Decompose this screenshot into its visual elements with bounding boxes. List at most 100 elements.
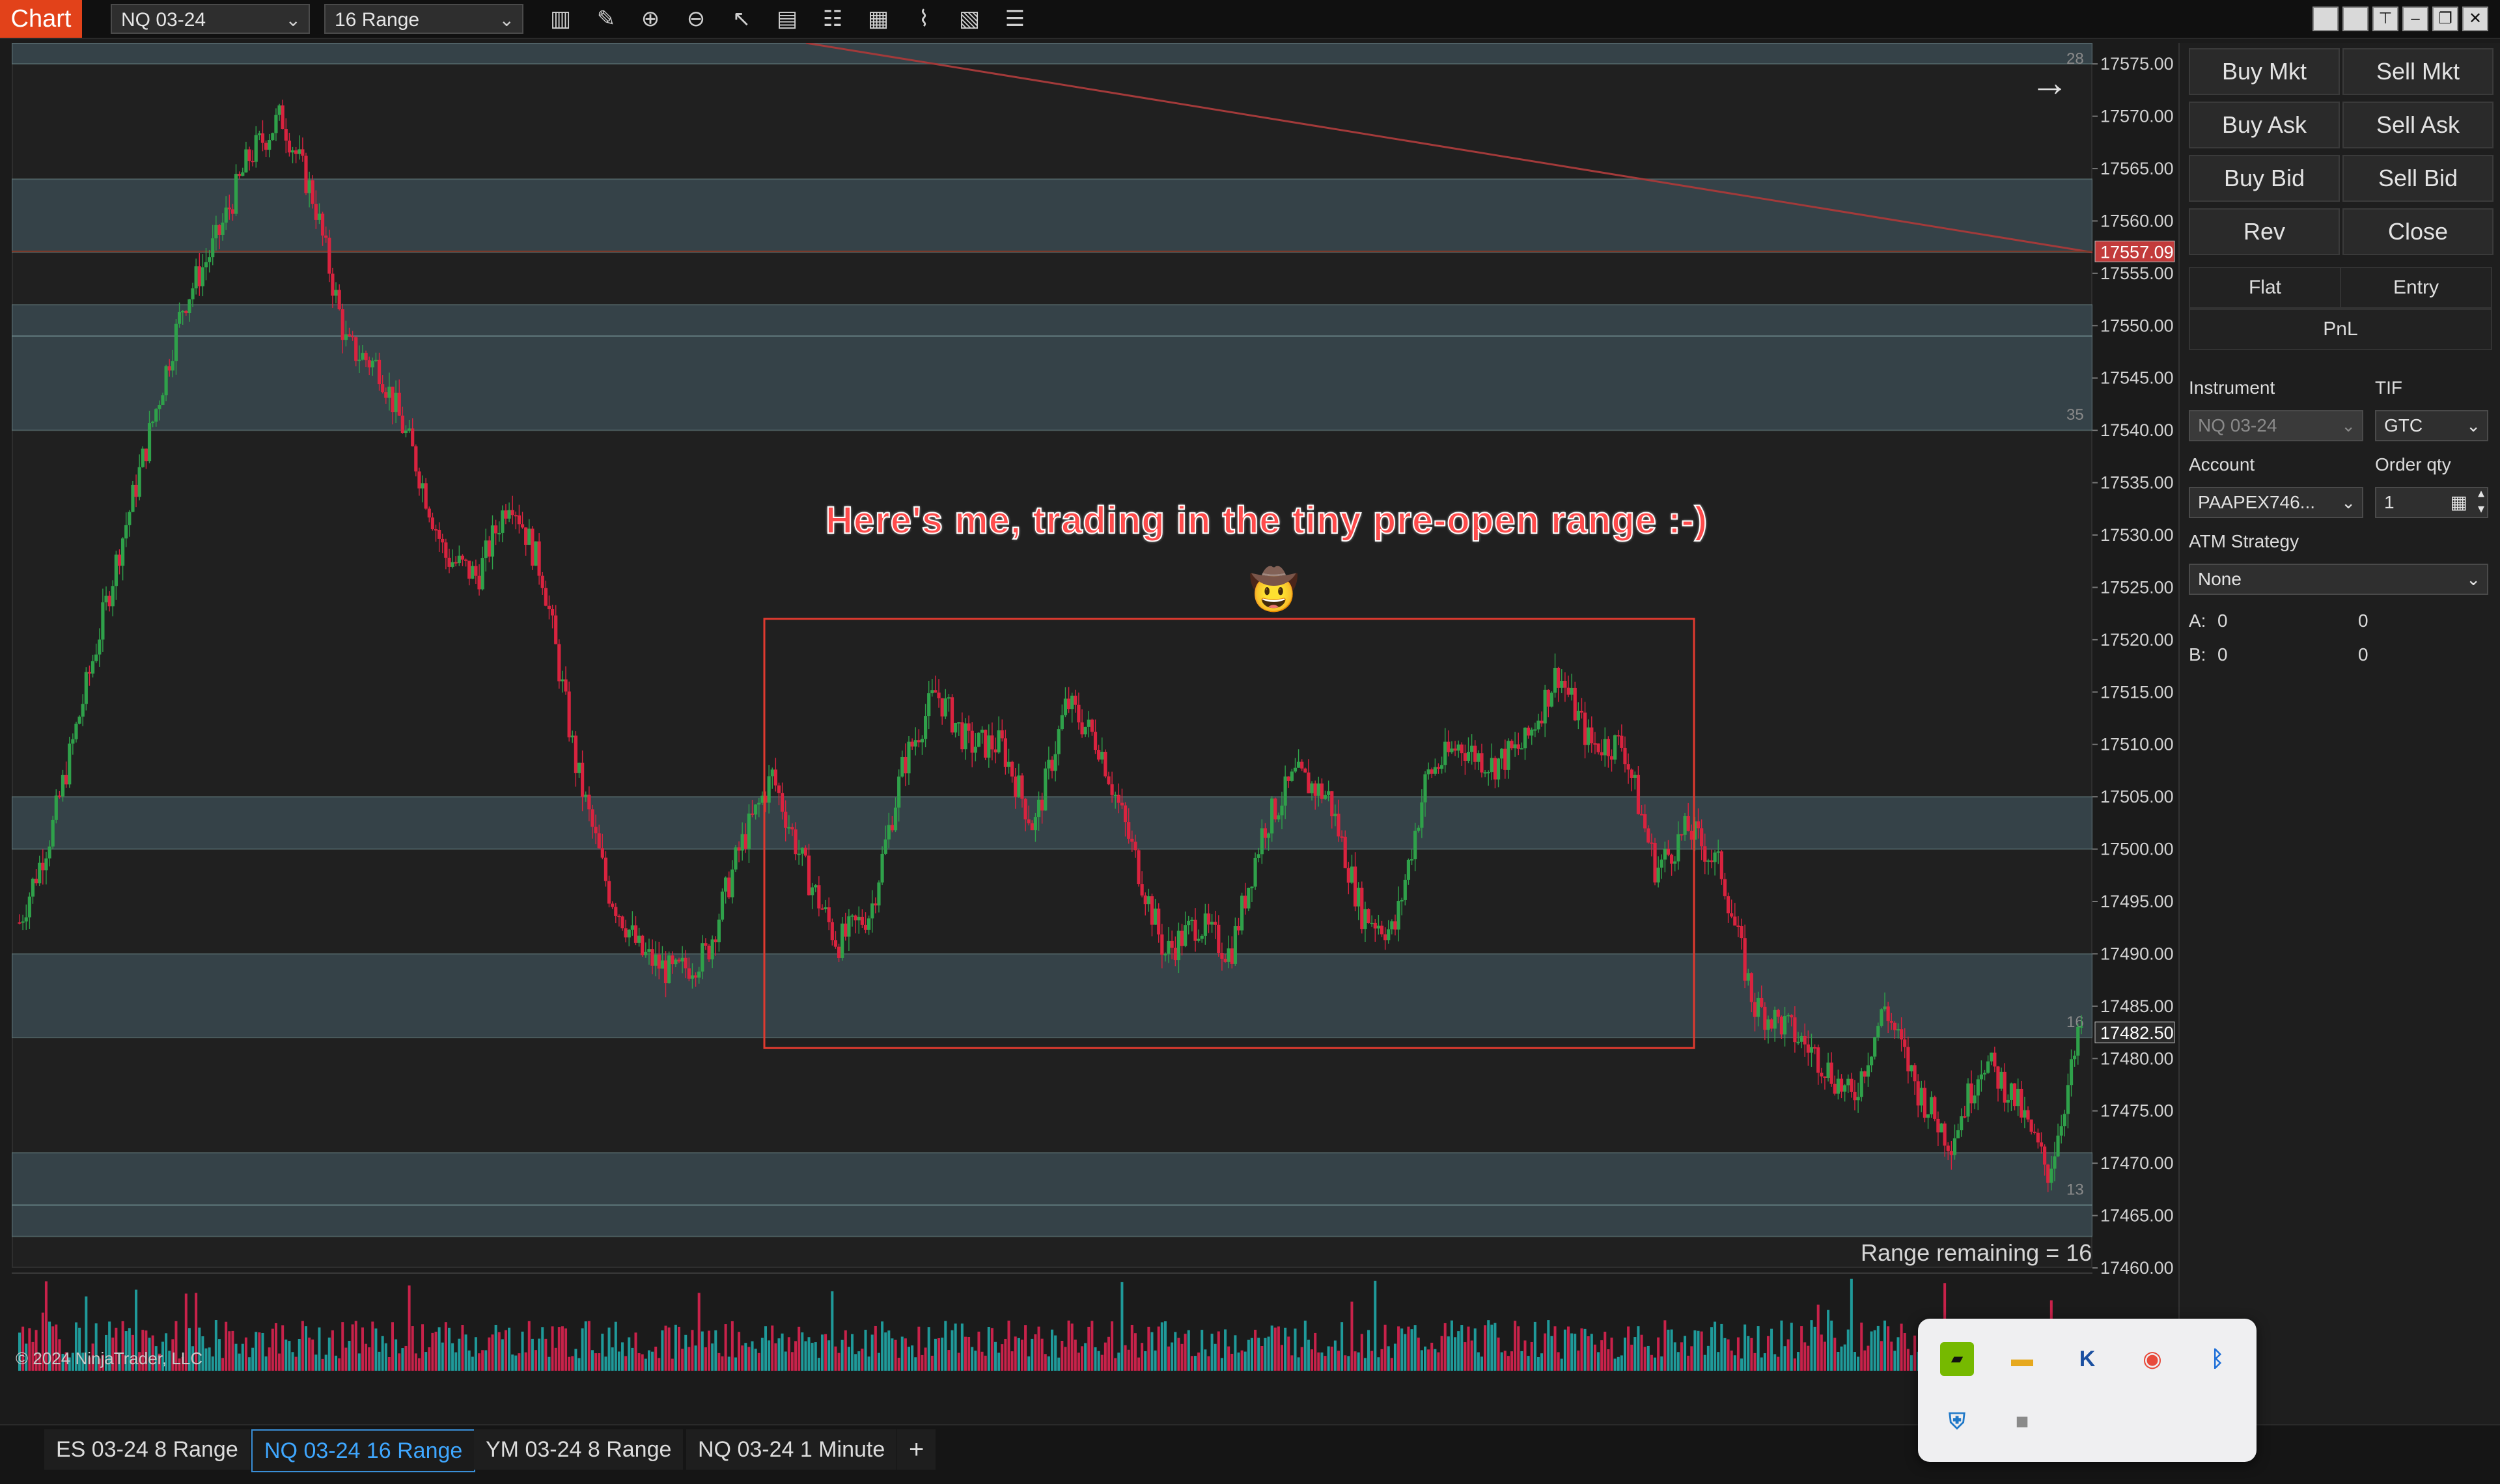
candle-body — [394, 392, 398, 413]
chrome-icon[interactable]: ◉ — [2135, 1342, 2169, 1376]
candle-body — [1713, 852, 1717, 862]
tab-nq-1-minute[interactable]: NQ 03-24 1 Minute — [686, 1429, 897, 1470]
period-selector[interactable]: 16 Range ⌄ — [324, 4, 523, 34]
sell-market-button[interactable]: Sell Mkt — [2342, 48, 2493, 95]
candle-body — [1210, 922, 1214, 925]
candle-body — [1293, 767, 1298, 772]
candle-body — [587, 794, 591, 810]
candle-body — [923, 716, 928, 739]
volume-bar — [1197, 1353, 1201, 1371]
volume-bar — [727, 1356, 730, 1371]
order-qty-input[interactable]: 1 ▦ ▴ ▾ — [2375, 486, 2488, 518]
minimize-icon[interactable]: – — [2402, 7, 2428, 31]
data-box-icon[interactable]: ▤ — [771, 4, 803, 34]
candle-body — [1990, 1052, 1993, 1062]
candle-body — [1420, 802, 1424, 828]
candle-body — [48, 846, 51, 859]
volume-bar — [941, 1338, 944, 1371]
indicators-icon[interactable]: ▦ — [862, 4, 895, 34]
account-label: Account — [2189, 454, 2255, 474]
candlestick-chart[interactable]: 28351613 08:3908:4108:4208:4408:4608:490… — [12, 43, 2092, 1384]
volume-bar — [1383, 1325, 1387, 1371]
account-select[interactable]: PAAPEX746... ⌄ — [2189, 487, 2363, 518]
volume-bar — [1480, 1356, 1483, 1371]
candle-body — [397, 392, 401, 416]
volume-bar — [474, 1337, 477, 1371]
candle-body — [21, 921, 25, 923]
buy-ask-button[interactable]: Buy Ask — [2189, 102, 2340, 148]
volume-bar — [1284, 1327, 1287, 1371]
close-icon[interactable]: ✕ — [2462, 7, 2488, 31]
candle-body — [734, 847, 738, 870]
qty-stepper-icon[interactable]: ▴ ▾ — [2478, 486, 2484, 517]
candle-body — [1390, 921, 1394, 929]
tab-es-8-range[interactable]: ES 03-24 8 Range — [44, 1429, 250, 1470]
instrument-field-value: NQ 03-24 — [2198, 415, 2277, 435]
bar-chart-icon[interactable]: ▥ — [544, 4, 577, 34]
reverse-button[interactable]: Rev — [2189, 208, 2340, 255]
volume-bar — [617, 1351, 620, 1371]
candle-body — [311, 180, 314, 204]
atm-strategy-select[interactable]: None ⌄ — [2189, 564, 2488, 595]
candle-body — [854, 915, 857, 921]
zoom-in-icon[interactable]: ⊕ — [634, 4, 667, 34]
pencil-icon[interactable]: ✎ — [590, 4, 622, 34]
k-app-icon[interactable]: K — [2070, 1342, 2104, 1376]
candle-body — [1946, 1146, 1950, 1151]
restore-icon[interactable]: ❐ — [2432, 7, 2458, 31]
scroll-right-arrow-icon[interactable]: → — [2030, 60, 2069, 105]
volume-bar — [1311, 1349, 1314, 1371]
close-position-button[interactable]: Close — [2342, 208, 2493, 255]
candle-body — [497, 532, 501, 534]
candle-body — [1327, 791, 1331, 795]
nvidia-icon[interactable]: ▰ — [1940, 1342, 1974, 1376]
list-icon[interactable]: ☰ — [999, 4, 1031, 34]
folder-icon[interactable]: ▬ — [2005, 1342, 2039, 1376]
buy-market-button[interactable]: Buy Mkt — [2189, 48, 2340, 95]
candle-body — [411, 428, 415, 447]
window-tile-icon[interactable] — [2312, 7, 2339, 31]
x-tick-label: 08:41 — [100, 1382, 145, 1384]
candle-body — [1453, 749, 1457, 751]
window-pin-icon[interactable]: ⊤ — [2372, 7, 2398, 31]
window-cascade-icon[interactable] — [2342, 7, 2368, 31]
add-tab-button[interactable]: + — [897, 1429, 936, 1470]
tif-select[interactable]: GTC ⌄ — [2375, 410, 2488, 441]
candle-body — [1999, 1071, 2003, 1089]
candle-body — [1876, 1026, 1880, 1037]
sell-bid-button[interactable]: Sell Bid — [2342, 155, 2493, 202]
candle-body — [1350, 866, 1354, 883]
cursor-icon[interactable]: ↖ — [725, 4, 758, 34]
buy-bid-button[interactable]: Buy Bid — [2189, 155, 2340, 202]
sell-ask-button[interactable]: Sell Ask — [2342, 102, 2493, 148]
calculator-icon[interactable]: ▦ — [2451, 488, 2467, 517]
candle-body — [1023, 799, 1027, 819]
volume-bar — [1840, 1346, 1843, 1371]
tab-ym-8-range[interactable]: YM 03-24 8 Range — [474, 1429, 684, 1470]
candle-body — [671, 955, 674, 965]
volume-bar — [1437, 1352, 1440, 1371]
candle-body — [1843, 1085, 1847, 1092]
volume-bar — [1090, 1321, 1094, 1371]
candle-body — [147, 423, 152, 461]
bluetooth-icon[interactable]: ᛒ — [2201, 1342, 2234, 1376]
defender-icon[interactable]: ⛨ — [1940, 1405, 1974, 1438]
volume-bar — [671, 1358, 674, 1371]
candle-body — [1044, 768, 1048, 811]
instrument-selector[interactable]: NQ 03-24 ⌄ — [111, 4, 310, 34]
generic-app-icon[interactable]: ■ — [2005, 1405, 2039, 1438]
volume-bar — [721, 1356, 724, 1371]
templates-icon[interactable]: ▧ — [953, 4, 986, 34]
y-tick-label: 17535.00 — [2100, 473, 2174, 493]
candle-body — [1087, 719, 1090, 727]
candle-body — [1243, 896, 1247, 909]
candle-body — [1543, 689, 1547, 724]
zoom-out-icon[interactable]: ⊖ — [680, 4, 712, 34]
candle-body — [1593, 743, 1597, 745]
volume-bar — [1587, 1336, 1590, 1371]
a-value-1: 0 — [2217, 611, 2228, 631]
strategies-icon[interactable]: ⌇ — [908, 4, 940, 34]
properties-icon[interactable]: ☷ — [816, 4, 849, 34]
tab-nq-16-range[interactable]: NQ 03-24 16 Range — [251, 1429, 476, 1472]
candle-body — [1716, 851, 1720, 853]
